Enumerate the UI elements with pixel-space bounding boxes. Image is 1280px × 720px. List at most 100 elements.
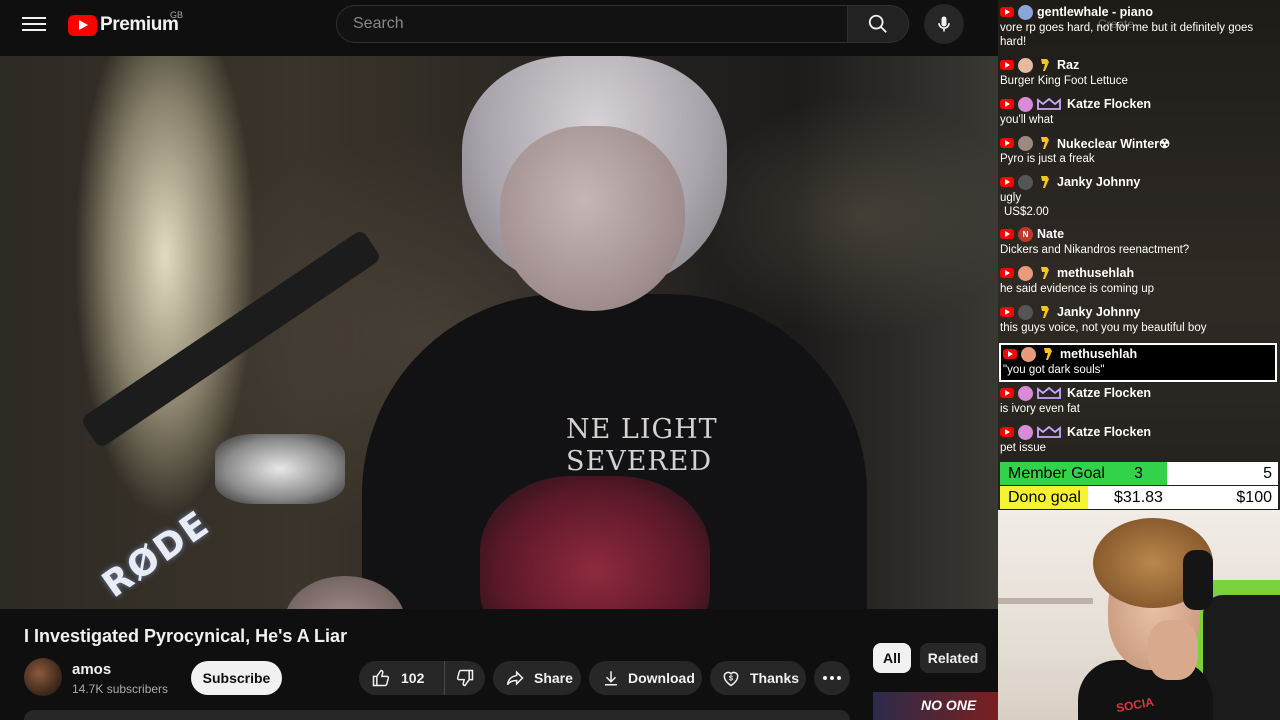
search-input[interactable] — [337, 6, 848, 42]
thanks-label: Thanks — [750, 670, 800, 686]
chat-avatar — [1018, 385, 1033, 401]
thumbs-up-icon — [372, 669, 390, 687]
chat-username: Janky Johnny — [1057, 305, 1141, 319]
description-panel[interactable] — [24, 710, 850, 720]
youtube-platform-icon — [1000, 60, 1014, 70]
search-button[interactable] — [847, 5, 909, 43]
shirt-text: NE LIGHT SEVERED — [566, 414, 718, 478]
more-horizontal-icon — [823, 676, 841, 680]
dono-goal-current: $31.83 — [1114, 489, 1163, 506]
chat-message-text: Pyro is just a freak — [1000, 153, 1095, 165]
crown-badge-icon — [1037, 386, 1061, 400]
heart-dollar-icon: $ — [723, 671, 739, 687]
microphone-icon — [938, 16, 950, 32]
youtube-platform-icon — [1000, 7, 1014, 17]
member-goal-bar: Member Goal 3 5 — [1000, 462, 1278, 485]
dislike-button[interactable] — [445, 661, 485, 695]
chat-message: Nukeclear Winter☢ Pyro is just a freak — [1000, 135, 1278, 166]
person-face — [500, 126, 685, 311]
filter-chip-all[interactable]: All — [873, 643, 911, 673]
member-badge-icon — [1040, 347, 1054, 361]
like-dislike-group: 102 — [359, 661, 485, 695]
youtube-platform-icon — [1000, 138, 1014, 148]
video-title: I Investigated Pyrocynical, He's A Liar — [24, 626, 348, 646]
like-button[interactable]: 102 — [359, 661, 445, 695]
chat-avatar — [1018, 304, 1033, 320]
member-goal-label: Member Goal — [1008, 465, 1105, 482]
youtube-platform-icon — [1003, 349, 1017, 359]
search-box — [336, 5, 848, 43]
chat-username: methusehlah — [1060, 347, 1138, 361]
youtube-platform-icon — [1000, 388, 1014, 398]
hamburger-menu-icon[interactable] — [22, 14, 46, 34]
chat-username: Katze Flocken — [1067, 386, 1152, 400]
chat-avatar — [1018, 424, 1033, 440]
chat-message-header: methusehlah — [1000, 265, 1278, 281]
filter-chip-related[interactable]: Related — [920, 643, 986, 673]
shirt-artwork — [480, 476, 710, 609]
headset-icon — [1183, 550, 1213, 610]
chat-avatar — [1018, 57, 1033, 73]
chat-username: Janky Johnny — [1057, 175, 1141, 189]
youtube-platform-icon — [1000, 307, 1014, 317]
chat-message: methusehlah he said evidence is coming up — [1000, 265, 1278, 296]
video-player[interactable]: RØDE NE LIGHT SEVERED — [0, 56, 998, 609]
chat-message: Katze Flocken pet issue — [1000, 424, 1278, 455]
chat-message-text: Burger King Foot Lettuce — [1000, 75, 1128, 87]
dono-goal-bar: Dono goal $31.83 $100 — [1000, 486, 1278, 509]
youtube-play-icon — [68, 14, 97, 36]
chat-username: Raz — [1057, 58, 1080, 72]
chat-username: Nate — [1037, 227, 1065, 241]
download-label: Download — [628, 670, 695, 686]
dono-goal-target: $100 — [1236, 489, 1272, 506]
youtube-platform-icon — [1000, 268, 1014, 278]
chat-message: methusehlah "you got dark souls" — [999, 343, 1277, 382]
more-actions-button[interactable] — [814, 661, 850, 695]
chat-avatar — [1018, 265, 1033, 281]
youtube-platform-icon — [1000, 177, 1014, 187]
thanks-button[interactable]: $ Thanks — [710, 661, 806, 695]
chat-message-text: he said evidence is coming up — [1000, 283, 1155, 295]
thumbnail-text: NO ONE — [921, 697, 977, 713]
search-icon — [868, 14, 887, 33]
chat-username: Katze Flocken — [1067, 425, 1152, 439]
subscribe-button[interactable]: Subscribe — [191, 661, 282, 695]
channel-name[interactable]: amos — [72, 661, 111, 678]
member-badge-icon — [1037, 58, 1051, 72]
chat-message-header: Raz — [1000, 57, 1278, 73]
chat-message: Raz Burger King Foot Lettuce — [1000, 57, 1278, 88]
chat-message-text: this guys voice, not you my beautiful bo… — [1000, 322, 1207, 334]
chat-message: Katze Flocken is ivory even fat — [1000, 385, 1278, 416]
chat-message-text: ugly — [1000, 192, 1022, 204]
chat-username: methusehlah — [1057, 266, 1135, 280]
chat-username: gentlewhale - piano — [1037, 5, 1153, 19]
related-video-thumbnail[interactable]: NO ONE — [873, 692, 998, 720]
chat-message-header: Katze Flocken — [1000, 424, 1278, 440]
member-goal-target: 5 — [1263, 465, 1272, 482]
chat-message-header: Katze Flocken — [1000, 385, 1278, 401]
chat-message-text: "you got dark souls" — [1003, 364, 1105, 376]
chat-message: gentlewhale - piano vore rp goes hard, no… — [1000, 4, 1278, 49]
chat-message-header: Janky Johnny — [1000, 174, 1278, 190]
chat-message-text: Dickers and Nikandros reenactment? — [1000, 244, 1190, 256]
download-button[interactable]: Download — [589, 661, 702, 695]
channel-avatar[interactable] — [24, 658, 62, 696]
voice-search-button[interactable] — [924, 4, 964, 44]
share-button[interactable]: Share — [493, 661, 581, 695]
crown-badge-icon — [1037, 97, 1061, 111]
chat-message-header: gentlewhale - piano — [1000, 4, 1278, 20]
top-bar: Premium GB — [0, 0, 1000, 48]
mic-brand-text: RØDE — [95, 503, 218, 606]
chat-avatar — [1018, 174, 1033, 190]
youtube-platform-icon — [1000, 229, 1014, 239]
youtube-premium-logo[interactable]: Premium — [68, 13, 179, 37]
chat-avatar — [1021, 346, 1036, 362]
logo-text: Premium — [100, 14, 179, 35]
webcam-hand — [1148, 620, 1198, 680]
share-label: Share — [534, 670, 573, 686]
member-badge-icon — [1037, 136, 1051, 150]
chat-avatar: N — [1018, 226, 1033, 242]
subscriber-count: 14.7K subscribers — [72, 682, 169, 696]
chat-username: Nukeclear Winter☢ — [1057, 136, 1171, 151]
chat-message-header: methusehlah — [1003, 346, 1273, 362]
